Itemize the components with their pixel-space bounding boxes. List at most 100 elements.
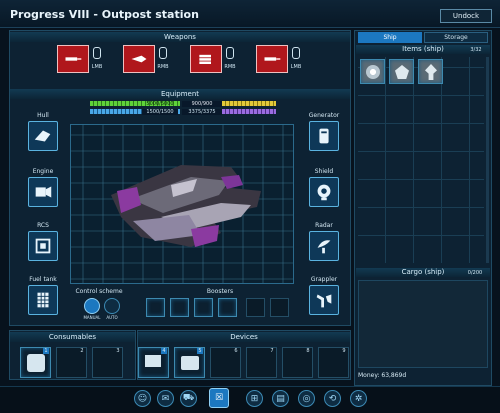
weapon-slot-4[interactable]: LMB [256,45,306,75]
radar-icon [317,240,331,254]
device-slot-4[interactable]: 4 [138,347,169,378]
devices-header: Devices [138,332,350,342]
mouse-icon [159,47,167,59]
shield-icon [317,184,331,201]
hull-label: Hull [37,112,49,119]
rcs-label: RCS [37,222,49,229]
items-scrollbar[interactable] [486,57,489,263]
consumable-slot-2[interactable]: 2 [56,347,87,378]
generator-icon [319,128,329,144]
device-slot-9[interactable]: 9 [318,347,349,378]
money-label: Money: 63,869d [358,372,407,379]
rcs-slot[interactable] [28,231,58,261]
computer-icon [145,355,161,367]
cargo-area [358,280,488,368]
repair-kit-icon [27,354,45,372]
weapon-key-badge: RMB [224,64,236,70]
radar-label: Radar [315,222,333,229]
crystal-icon [395,65,409,79]
fuel-tank-label: Fuel tank [29,276,57,283]
ship-viewport [70,124,294,284]
weapon-slot-1[interactable]: LMB [57,45,107,75]
fuel-tank-icon [37,292,49,308]
slot-number: 3 [116,348,120,354]
booster-slot[interactable] [146,298,165,317]
boosters-label: Boosters [206,288,234,295]
journal-icon[interactable]: ▤ [272,390,289,407]
message-icon[interactable]: ✉ [157,390,174,407]
grappler-icon [316,294,332,308]
slot-number: 8 [306,348,310,354]
spaceship-model [111,165,261,247]
items-count: 3/32 [470,47,482,53]
share-icon[interactable]: ⟲ [324,390,341,407]
engine-icon [35,186,52,198]
tab-storage[interactable]: Storage [424,32,488,43]
mouse-icon [226,47,234,59]
consumables-header: Consumables [10,332,135,342]
engine-label: Engine [32,168,54,175]
target-icon[interactable]: ◎ [298,390,315,407]
scanner-icon [181,356,199,370]
window-title: Progress VIII - Outpost station [10,8,199,21]
control-auto-label: AUTO [106,315,118,320]
shield-label: Shield [314,168,334,175]
laser-icon [256,45,288,73]
chat-icon[interactable]: ☺ [134,390,151,407]
rocket-icon [123,45,155,73]
slot-number: 5 [197,348,203,354]
map-icon[interactable]: ⊞ [246,390,263,407]
weapon-key-badge: LMB [290,64,302,70]
item-slot-3[interactable] [418,59,443,84]
cart-icon[interactable]: ⛟ [180,390,197,407]
undock-button[interactable]: Undock [440,9,492,23]
booster-slot-empty[interactable] [246,298,265,317]
slot-number: 6 [234,348,238,354]
cargo-count: 0/200 [467,270,483,276]
item-slot-2[interactable] [389,59,414,84]
hangar-icon[interactable]: ☒ [209,388,229,408]
rcs-icon [35,238,51,254]
grappler-slot[interactable] [309,285,339,315]
fuel-tank-slot[interactable] [28,285,58,315]
mouse-icon [292,47,300,59]
slot-number: 1 [43,348,49,354]
booster-slot[interactable] [170,298,189,317]
control-auto-button[interactable] [104,298,120,314]
items-grid [358,57,484,263]
energy-value: 900/900 [182,101,222,107]
consumable-slot-3[interactable]: 3 [92,347,123,378]
hull-icon [34,130,51,142]
stat-bars: 5000/5000 900/900 1500/1500 3375/3375 [90,101,276,118]
device-slot-5[interactable]: 5 [174,347,205,378]
shield-slot[interactable] [309,177,339,207]
weapon-key-badge: RMB [157,64,169,70]
drone-icon [425,64,437,80]
slot-number: 7 [270,348,274,354]
device-slot-6[interactable]: 6 [210,347,241,378]
equipment-header: Equipment [10,89,350,99]
control-scheme-label: Control scheme [75,288,123,295]
radar-slot[interactable] [309,231,339,261]
slot-number: 4 [161,348,167,354]
weapon-slot-3[interactable]: RMB [190,45,240,75]
engine-slot[interactable] [28,177,58,207]
hull-value: 5000/5000 [146,101,174,107]
consumable-slot-1[interactable]: 1 [20,347,51,378]
generator-slot[interactable] [309,121,339,151]
booster-slot[interactable] [218,298,237,317]
grid-background [71,125,293,283]
generator-label: Generator [308,112,340,119]
device-slot-8[interactable]: 8 [282,347,313,378]
settings-icon[interactable]: ✲ [350,390,367,407]
hull-slot[interactable] [28,121,58,151]
booster-slot[interactable] [194,298,213,317]
tab-ship[interactable]: Ship [358,32,422,43]
booster-slot-empty[interactable] [270,298,289,317]
weapon-slot-2[interactable]: RMB [123,45,173,75]
device-slot-7[interactable]: 7 [246,347,277,378]
weapons-header: Weapons [10,32,350,42]
laser-icon [57,45,89,73]
item-slot-1[interactable] [360,59,385,84]
control-manual-button[interactable] [84,298,100,314]
